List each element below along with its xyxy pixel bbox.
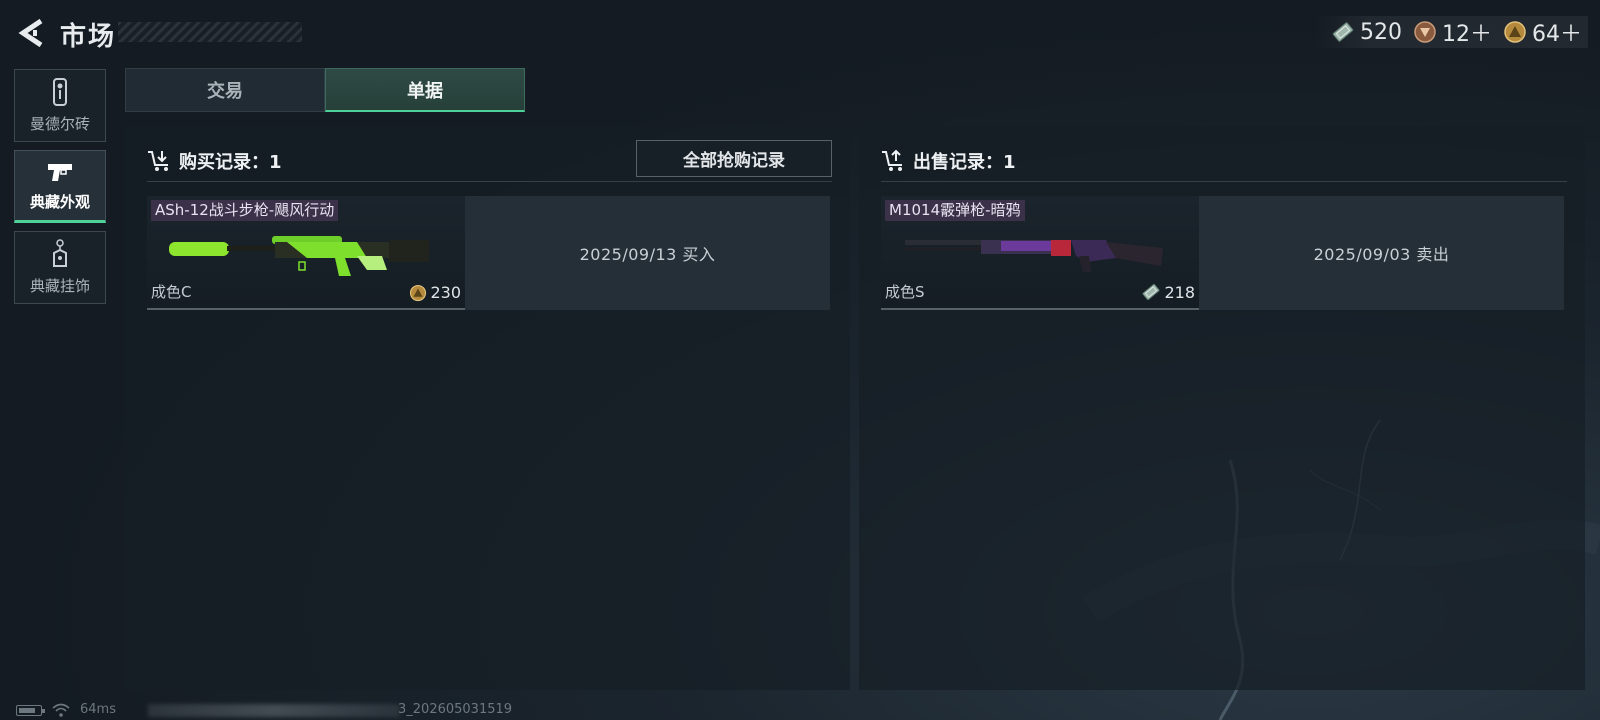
- sale-records-title: 出售记录：1: [913, 151, 1016, 173]
- page-title: 市场: [60, 22, 117, 52]
- item-grade: 成色S: [885, 283, 925, 301]
- back-arrow-icon: [18, 18, 43, 48]
- sidebar-item-label: 典藏挂饰: [29, 277, 90, 295]
- item-price-value: 230: [430, 283, 461, 302]
- battery-icon: [16, 705, 45, 716]
- cart-download-icon: [147, 149, 173, 173]
- currency-cash[interactable]: 520: [1330, 19, 1402, 45]
- currency-coin-value: 64＋: [1532, 22, 1582, 47]
- item-price: 218: [1141, 282, 1195, 302]
- status-bar: 64ms 3_202605031519: [0, 700, 1600, 720]
- tab-bar: 交易 单据: [125, 68, 525, 112]
- item-name-tag: M1014霰弹枪-暗鸦: [885, 200, 1025, 221]
- purchase-record-date: 2025/09/13 买入: [465, 196, 830, 310]
- purchase-record-row: ASh-12战斗步枪-飓风行动 成色C 230 2025/09/13 买入: [147, 196, 830, 310]
- currency-medal-value: 12＋: [1442, 22, 1492, 47]
- back-button[interactable]: [14, 16, 48, 50]
- title-decoration: [118, 22, 302, 42]
- ash12-rifle-image: [169, 236, 429, 276]
- sale-item-card[interactable]: M1014霰弹枪-暗鸦 成色S 218: [881, 196, 1199, 310]
- build-version: 3_202605031519: [398, 702, 513, 717]
- wifi-icon: [52, 703, 70, 717]
- sale-record-row: M1014霰弹枪-暗鸦 成色S 218 2025/09/03 卖出: [881, 196, 1564, 310]
- charm-tag-icon: [53, 239, 67, 267]
- sidebar-item-label: 曼德尔砖: [29, 115, 90, 133]
- currency-cash-value: 520: [1360, 19, 1402, 45]
- sidebar-item-collection-charms[interactable]: 典藏挂饰: [14, 231, 106, 304]
- item-price-value: 218: [1164, 282, 1195, 302]
- all-flash-purchase-records-button[interactable]: 全部抢购记录: [636, 140, 832, 177]
- ping-value: 64ms: [80, 702, 116, 717]
- purchase-records-header: 购买记录：1 全部抢购记录: [147, 140, 832, 182]
- redacted-build-info: [148, 704, 400, 717]
- currency-coin[interactable]: 64＋: [1502, 16, 1582, 48]
- gold-triangle-coin-icon: [1502, 19, 1528, 45]
- tab-trade[interactable]: 交易: [125, 68, 325, 112]
- sidebar-item-label: 典藏外观: [29, 193, 90, 211]
- item-price: 230: [409, 283, 461, 302]
- gold-triangle-coin-icon: [410, 284, 427, 301]
- cash-ticket-icon: [1330, 19, 1356, 45]
- sale-records-header: 出售记录：1: [881, 140, 1567, 182]
- sidebar-item-collection-skins[interactable]: 典藏外观: [14, 150, 106, 223]
- tab-orders[interactable]: 单据: [325, 68, 525, 112]
- purchase-item-card[interactable]: ASh-12战斗步枪-飓风行动 成色C 230: [147, 196, 465, 310]
- sidebar-item-mandel-brick[interactable]: 曼德尔砖: [14, 69, 106, 142]
- item-name-tag: ASh-12战斗步枪-飓风行动: [151, 200, 339, 221]
- cart-upload-icon: [881, 149, 907, 173]
- sale-records-panel: 出售记录：1 M1014霰弹枪-暗鸦 成色S 218 2025/09/03 卖出: [859, 126, 1585, 690]
- cash-ticket-icon: [1142, 283, 1160, 301]
- brick-icon: [53, 78, 67, 106]
- purchase-records-title: 购买记录：1: [179, 151, 282, 173]
- currency-bar: 520 12＋ 64＋: [1316, 16, 1588, 48]
- top-bar: 市场 520 12＋ 64＋: [0, 0, 1600, 64]
- item-grade: 成色C: [151, 283, 192, 301]
- pistol-icon: [48, 164, 72, 181]
- purchase-records-panel: 购买记录：1 全部抢购记录 ASh-12战斗步枪-飓风行动 成色C 230 20…: [125, 126, 850, 690]
- bronze-medal-icon: [1412, 19, 1438, 45]
- m1014-shotgun-image: [905, 240, 1163, 272]
- sale-record-date: 2025/09/03 卖出: [1199, 196, 1564, 310]
- currency-medal[interactable]: 12＋: [1412, 16, 1492, 48]
- category-sidebar: 曼德尔砖 典藏外观 典藏挂饰: [14, 69, 106, 312]
